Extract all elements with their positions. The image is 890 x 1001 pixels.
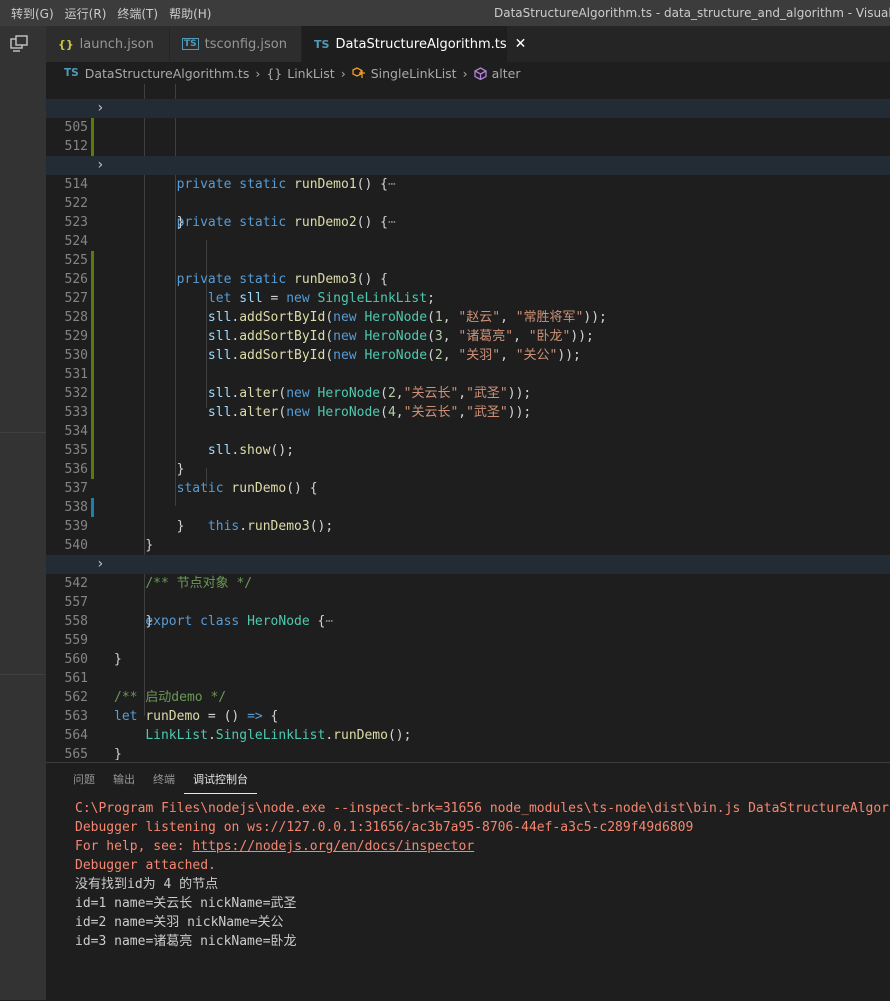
code-line[interactable]: 522 } — [46, 175, 890, 230]
tab-output[interactable]: 输出 — [104, 763, 144, 793]
code-editor[interactable]: 504 505 › private static runDemo1() {⋯ 5… — [46, 84, 890, 760]
code-line[interactable]: 540 — [46, 517, 890, 553]
code-line[interactable]: 542 › export class HeroNode {⋯ — [46, 555, 890, 629]
code-line[interactable]: 558 — [46, 593, 890, 629]
code-line[interactable]: 527 sll.addSortById(new HeroNode(3, "诸葛亮… — [46, 270, 890, 344]
chevron-right-icon: › — [340, 65, 346, 81]
console-line: Debugger attached. — [75, 858, 216, 873]
code-line[interactable]: 530 sll.alter(new HeroNode(2,"关云长","武圣")… — [46, 327, 890, 401]
menu-bar: 转到(G) 运行(R) 终端(T) 帮助(H) — [0, 5, 219, 22]
console-line: C:\Program Files\nodejs\node.exe --inspe… — [75, 801, 890, 816]
chevron-right-icon[interactable]: › — [96, 555, 104, 574]
code-line[interactable]: 504 — [46, 84, 890, 137]
menu-run[interactable]: 运行(R) — [62, 5, 115, 22]
tab-problems[interactable]: 问题 — [64, 763, 104, 793]
console-line: For help, see: https://nodejs.org/en/doc… — [75, 839, 475, 854]
code-line[interactable]: 535 — [46, 422, 890, 479]
breadcrumb: TS DataStructureAlgorithm.ts › {} LinkLi… — [46, 62, 890, 84]
code-line[interactable]: 505 › private static runDemo1() {⋯ — [46, 99, 890, 192]
editor-tab-bar: {} launch.json TS tsconfig.json TS DataS… — [46, 26, 890, 62]
code-line[interactable]: 538 } — [46, 479, 890, 534]
code-line[interactable]: 563 LinkList.SingleLinkList.runDemo(); — [46, 688, 890, 743]
code-line[interactable]: 532 — [46, 365, 890, 422]
code-line[interactable]: 561 /** 启动demo */ — [46, 650, 890, 705]
console-line: id=3 name=诸葛亮 nickName=卧龙 — [75, 934, 297, 949]
panel-tab-bar: 问题 输出 终端 调试控制台 — [64, 763, 257, 794]
menu-help[interactable]: 帮助(H) — [166, 5, 219, 22]
code-line[interactable]: 541 /** 节点对象 */ — [46, 536, 890, 591]
tab-launch-json[interactable]: {} launch.json — [46, 26, 170, 62]
ts-file-icon: TS — [182, 38, 199, 50]
json-file-icon: {} — [58, 37, 74, 51]
ts-file-icon: TS — [314, 37, 330, 51]
menu-terminal[interactable]: 终端(T) — [114, 5, 166, 22]
title-bar: 转到(G) 运行(R) 终端(T) 帮助(H) DataStructureAlg… — [0, 0, 890, 26]
code-line[interactable]: 531 sll.alter(new HeroNode(4,"关云长","武圣")… — [46, 346, 890, 420]
bottom-panel: 问题 输出 终端 调试控制台 C:\Program Files\nodejs\n… — [46, 762, 890, 1001]
code-line[interactable]: 528 sll.addSortById(new HeroNode(2, "关羽"… — [46, 289, 890, 363]
code-line[interactable]: 524 private static runDemo3() { — [46, 213, 890, 287]
menu-goto[interactable]: 转到(G) — [8, 5, 62, 22]
console-line: 没有找到id为 4 的节点 — [75, 877, 219, 892]
code-line[interactable]: 539 } — [46, 498, 890, 553]
code-line[interactable]: 533 sll.show(); — [46, 384, 890, 458]
code-line[interactable]: 536 static runDemo() { — [46, 441, 890, 496]
activity-divider — [0, 674, 46, 675]
close-icon[interactable]: ✕ — [515, 36, 527, 52]
activity-divider — [0, 432, 46, 433]
code-line[interactable]: 513 — [46, 137, 890, 173]
class-icon — [352, 67, 365, 78]
window-title: DataStructureAlgorithm.ts - data_structu… — [494, 6, 890, 20]
tab-label: DataStructureAlgorithm.ts — [335, 36, 507, 52]
code-line[interactable]: 523 — [46, 194, 890, 230]
namespace-icon: {} — [266, 65, 283, 81]
tab-datastructurealgorithm-ts[interactable]: TS DataStructureAlgorithm.ts ✕ — [302, 26, 526, 62]
breadcrumb-namespace[interactable]: LinkList — [287, 66, 334, 81]
code-line[interactable]: 529 — [46, 308, 890, 365]
code-line[interactable]: 526 sll.addSortById(new HeroNode(1, "赵云"… — [46, 251, 890, 325]
console-line: Debugger listening on ws://127.0.0.1:316… — [75, 820, 694, 835]
debug-console-output[interactable]: C:\Program Files\nodejs\node.exe --inspe… — [75, 799, 890, 951]
code-line[interactable]: 564 } — [46, 707, 890, 760]
tab-label: launch.json — [79, 36, 154, 52]
code-line[interactable]: 565 runDemo(); — [46, 726, 890, 760]
chevron-right-icon[interactable]: › — [96, 99, 104, 118]
remote-explorer-icon[interactable] — [10, 35, 28, 53]
chevron-right-icon[interactable]: › — [96, 156, 104, 175]
console-line: id=2 name=关羽 nickName=关公 — [75, 915, 284, 930]
code-line[interactable]: 560 — [46, 631, 890, 667]
code-line[interactable]: 537 this.runDemo3(); — [46, 460, 890, 534]
code-line[interactable]: 525 let sll = new SingleLinkList; — [46, 232, 890, 306]
code-line[interactable]: 557 } — [46, 574, 890, 629]
breadcrumb-file[interactable]: DataStructureAlgorithm.ts — [85, 66, 250, 81]
code-line[interactable]: 534 } — [46, 403, 890, 477]
chevron-right-icon: › — [462, 65, 468, 81]
chevron-right-icon: › — [255, 65, 261, 81]
tab-tsconfig-json[interactable]: TS tsconfig.json — [170, 26, 302, 62]
tab-label: tsconfig.json — [204, 36, 287, 52]
ts-file-icon: TS — [64, 67, 79, 79]
breadcrumb-method[interactable]: alter — [492, 66, 521, 81]
method-icon — [473, 66, 487, 80]
code-line[interactable]: 562 let runDemo = () => { — [46, 669, 890, 724]
inspector-docs-link[interactable]: https://nodejs.org/en/docs/inspector — [192, 839, 474, 854]
console-line: id=1 name=关云长 nickName=武圣 — [75, 896, 297, 911]
breadcrumb-class[interactable]: SingleLinkList — [371, 66, 457, 81]
code-line[interactable]: 559 } — [46, 612, 890, 667]
activity-bar — [0, 26, 46, 1000]
code-line[interactable]: 512 } — [46, 118, 890, 173]
tab-terminal[interactable]: 终端 — [144, 763, 184, 793]
tab-debug-console[interactable]: 调试控制台 — [184, 763, 257, 794]
code-line[interactable]: 514 › private static runDemo2() {⋯ — [46, 156, 890, 230]
